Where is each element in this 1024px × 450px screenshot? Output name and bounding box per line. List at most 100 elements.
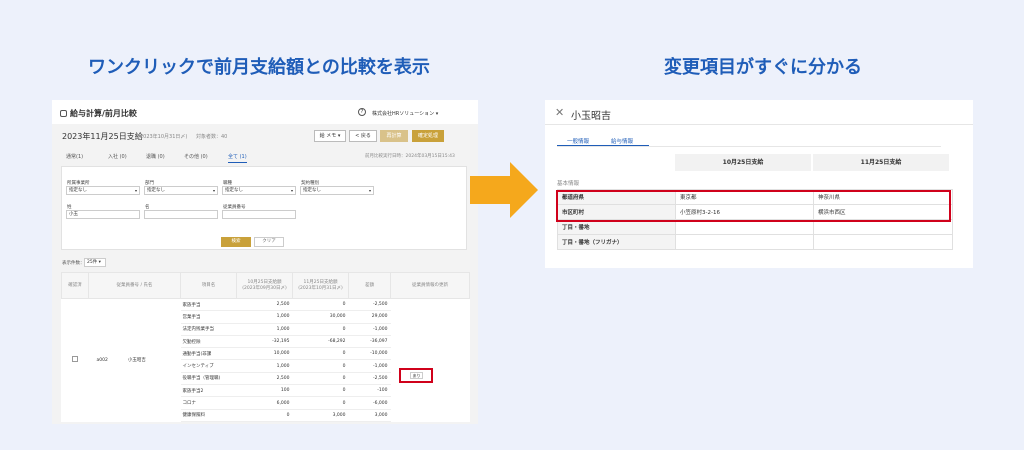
diff-amount: 29,000 xyxy=(348,310,391,324)
prev-value xyxy=(675,234,814,250)
office-select[interactable]: 指定なし ▾ xyxy=(66,186,140,195)
curr-value xyxy=(813,234,953,250)
confirm-button[interactable]: 確定処理 xyxy=(412,130,444,142)
empno-input[interactable] xyxy=(222,210,296,219)
curr-amount: 3,000 xyxy=(292,409,349,422)
recalc-button[interactable]: 再計算 xyxy=(380,130,408,142)
diff-amount: 3,000 xyxy=(348,409,391,422)
prev-amount: 0 xyxy=(236,409,293,422)
tab-normal[interactable]: 通常(1) xyxy=(66,153,83,160)
arrow-right-icon xyxy=(470,162,538,218)
clear-button[interactable]: クリア xyxy=(254,237,284,247)
update-cell xyxy=(391,299,470,422)
tab-general[interactable]: 一般情報 xyxy=(567,137,589,145)
prev-amount: -32,195 xyxy=(236,335,293,349)
diff-amount: -36,097 xyxy=(348,335,391,349)
field-label: 丁目・番地（フリガナ） xyxy=(557,234,676,250)
employee-name: 小玉昭吉 xyxy=(127,358,146,364)
dept-value: 指定なし xyxy=(147,188,165,193)
employee-cell: a002 小玉昭吉 xyxy=(89,299,181,422)
col-diff: 差額 xyxy=(348,272,391,299)
back-button[interactable]: < 戻る xyxy=(349,130,377,142)
app-title: 給与計算/前月比較 xyxy=(60,108,137,119)
col-curr-pay: 11月25日支給 xyxy=(813,154,949,171)
sei-input[interactable]: 小玉 xyxy=(66,210,140,219)
memo-button[interactable]: 給 メモ ▾ xyxy=(314,130,346,142)
prev-amount: 100 xyxy=(236,384,293,398)
confirmed-checkbox[interactable] xyxy=(72,356,78,363)
diff-amount: -6,000 xyxy=(348,396,391,410)
prev-amount: 1,000 xyxy=(236,310,293,324)
col-curr-amount: 11月25日支給額 (2023年10月31日〆) xyxy=(292,272,349,299)
item-name: 通勤手当(非課 xyxy=(180,347,237,361)
employee-detail-screen: ✕ 小玉昭吉 一般情報 給与情報 10月25日支給 11月25日支給 基本情報 … xyxy=(545,100,973,268)
chevron-down-icon: ▾ xyxy=(212,188,215,193)
item-name: 家族手当 xyxy=(180,298,237,312)
last-calc-time: 前月比較実行日時：2024年03月15日15:43 xyxy=(365,154,455,159)
divider xyxy=(545,124,973,125)
dept-select[interactable]: 指定なし ▾ xyxy=(144,186,218,195)
curr-amount: 0 xyxy=(292,359,349,373)
office-value: 指定なし xyxy=(69,188,87,193)
diff-amount: -10,000 xyxy=(348,347,391,361)
curr-amount: -68,292 xyxy=(292,335,349,349)
item-name: 欠勤控除 xyxy=(180,335,237,349)
job-select[interactable]: 指定なし ▾ xyxy=(222,186,296,195)
item-name: 健康保険料 xyxy=(180,409,237,422)
chevron-down-icon: ▾ xyxy=(290,188,293,193)
chevron-down-icon: ▾ xyxy=(368,188,371,193)
col-item: 項目名 xyxy=(180,272,237,299)
employee-name: 小玉昭吉 xyxy=(571,111,611,122)
tab-underline-active xyxy=(557,145,649,146)
calculator-icon xyxy=(60,110,67,117)
col-update: 従業員情報の更新 xyxy=(390,272,470,299)
app-title-text: 給与計算/前月比較 xyxy=(70,109,137,118)
prev-amount: 10,000 xyxy=(236,347,293,361)
update-badge[interactable]: あり xyxy=(410,372,423,379)
payroll-compare-screen: 給与計算/前月比較 ? 株式会社HRソリューション ▾ 2023年11月25日支… xyxy=(52,100,478,424)
display-count-select[interactable]: 25件 ▾ xyxy=(84,258,106,267)
tab-joined[interactable]: 入社 (0) xyxy=(108,153,127,160)
table-row: a002 小玉昭吉 家族手当 2,500 0 -2,500 xyxy=(62,298,470,363)
employee-no: a002 xyxy=(96,358,108,364)
curr-amount: 0 xyxy=(292,298,349,312)
compare-table: 確認済 従業員番号 / 氏名 項目名 10月25日支給額 (2023年09月30… xyxy=(61,272,470,422)
col-confirmed: 確認済 xyxy=(61,272,89,299)
display-count-label: 表示件数： xyxy=(62,261,85,266)
tab-underline-base xyxy=(557,146,941,147)
curr-amount: 0 xyxy=(292,323,349,336)
tab-all[interactable]: 全て (1) xyxy=(228,153,247,163)
pay-cutoff: (2023年10月31日〆) xyxy=(138,134,188,140)
tab-other[interactable]: その他 (0) xyxy=(184,153,208,160)
chevron-down-icon: ▾ xyxy=(134,188,137,193)
prev-amount: 1,000 xyxy=(236,323,293,336)
help-icon[interactable]: ? xyxy=(358,108,366,116)
item-name: 家族手当2 xyxy=(180,384,237,398)
tab-salary[interactable]: 給与情報 xyxy=(611,137,633,145)
company-menu[interactable]: 株式会社HRソリューション ▾ xyxy=(372,110,438,117)
update-highlight: あり xyxy=(399,368,433,383)
curr-amount: 30,000 xyxy=(292,310,349,324)
prev-amount: 2,500 xyxy=(236,298,293,312)
diff-amount: -2,500 xyxy=(348,372,391,386)
headline-changes: 変更項目がすぐに分かる xyxy=(664,57,862,78)
table-header-row: 確認済 従業員番号 / 氏名 項目名 10月25日支給額 (2023年09月30… xyxy=(61,272,470,299)
diff-amount: -2,500 xyxy=(348,298,391,312)
diff-amount: -1,000 xyxy=(348,359,391,373)
prev-amount: 2,500 xyxy=(236,372,293,386)
headline-compare: ワンクリックで前月支給額との比較を表示 xyxy=(88,57,430,78)
detail-row: 丁目・番地（フリガナ） xyxy=(557,234,953,250)
item-name: 法定内残業手当 xyxy=(180,323,237,336)
tab-retired[interactable]: 退職 (0) xyxy=(146,153,165,160)
search-button[interactable]: 検索 xyxy=(221,237,251,247)
mei-input[interactable] xyxy=(144,210,218,219)
target-count: 対象者数：40 xyxy=(196,134,228,140)
close-icon[interactable]: ✕ xyxy=(555,106,564,119)
contract-value: 指定なし xyxy=(303,188,321,193)
curr-amount: 0 xyxy=(292,396,349,410)
item-name: 役職手当（管理職) xyxy=(180,372,237,386)
diff-amount: -100 xyxy=(348,384,391,398)
contract-select[interactable]: 指定なし ▾ xyxy=(300,186,374,195)
prev-amount: 1,000 xyxy=(236,359,293,373)
changed-highlight xyxy=(556,190,951,222)
